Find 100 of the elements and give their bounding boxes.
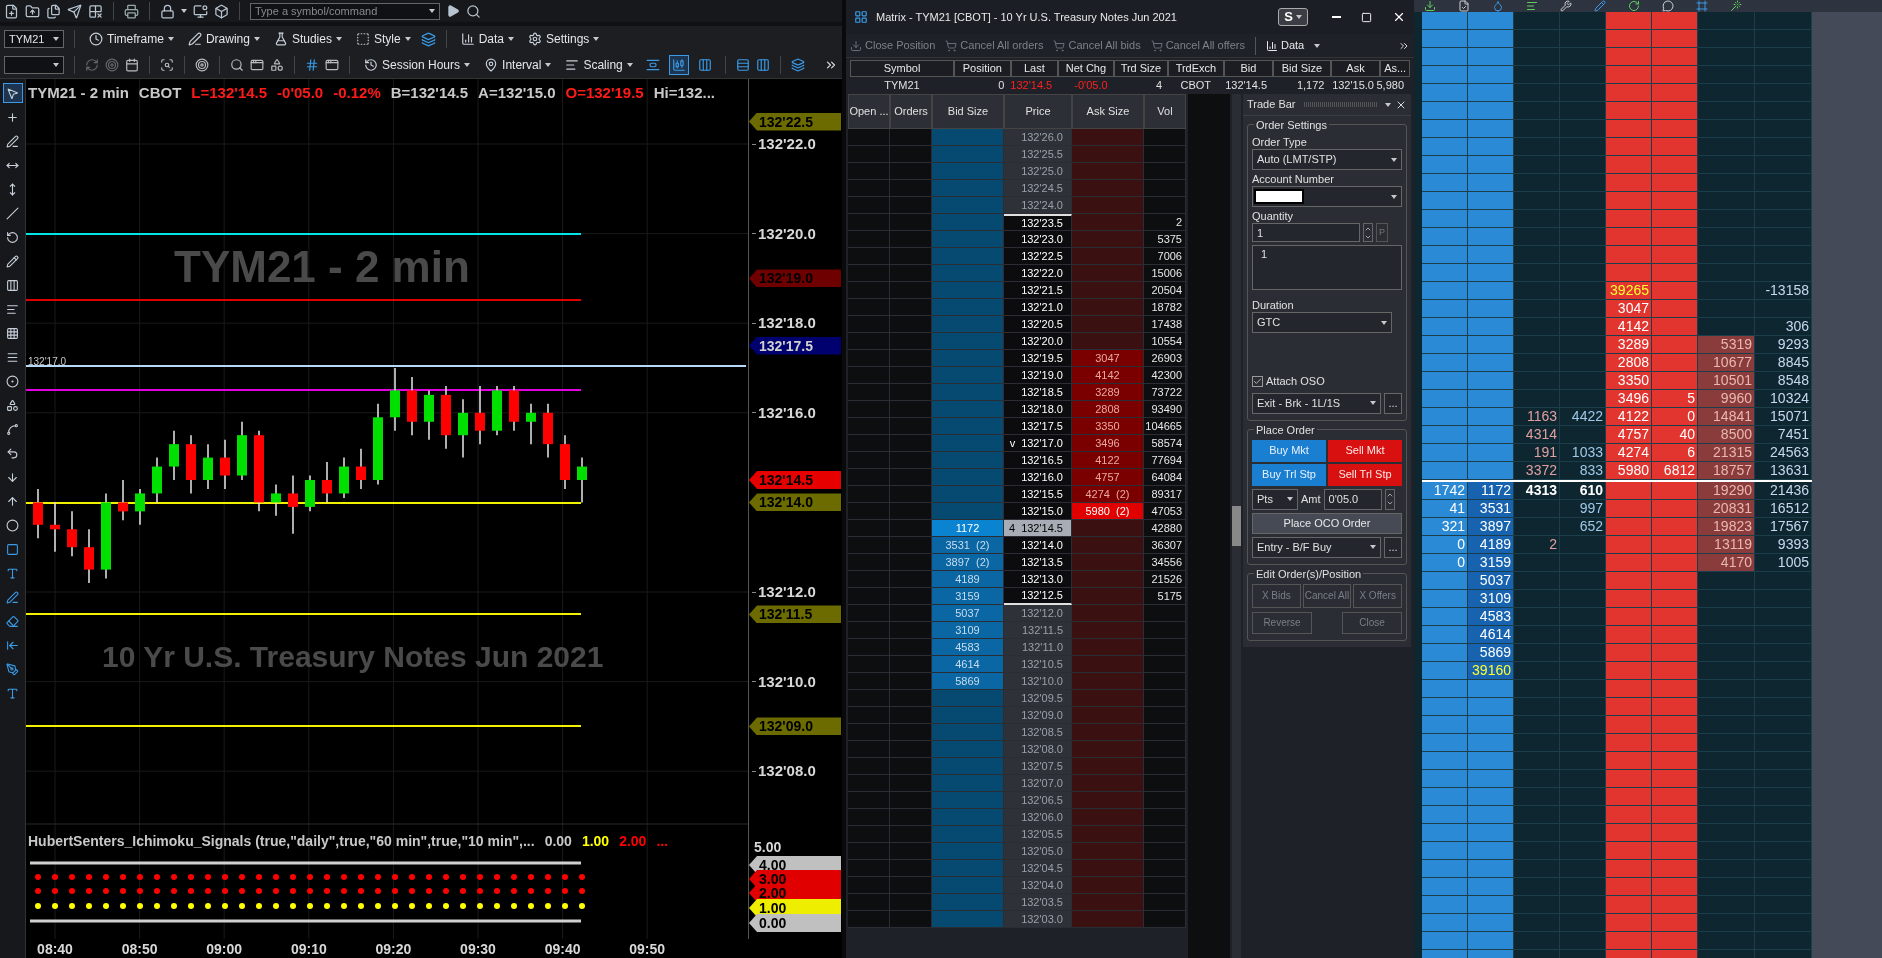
price-cell[interactable]: 132'05.5 (1004, 826, 1072, 843)
price-cell[interactable]: 132'21.0 (1004, 299, 1072, 316)
order-button[interactable]: Sell Trl Stp (1328, 463, 1402, 486)
ask-size-cell[interactable]: 3496 (1072, 435, 1144, 452)
column-header[interactable]: Position (954, 60, 1011, 77)
quantity-field[interactable]: 1 (1252, 223, 1360, 242)
price-cell[interactable]: 132'19.0 (1004, 367, 1072, 384)
price-cell[interactable]: 132'25.0 (1004, 163, 1072, 180)
bid-size-cell[interactable]: 5869 (932, 673, 1004, 690)
price-cell[interactable]: 132'16.5 (1004, 452, 1072, 469)
toolbar-button[interactable]: Data (1265, 37, 1305, 54)
price-cell[interactable]: 132'05.0 (1004, 843, 1072, 860)
column-header[interactable]: Ask Size (1072, 94, 1144, 129)
column-header[interactable]: Bid Size (932, 94, 1004, 129)
price-cell[interactable]: 132'15.5 (1004, 486, 1072, 503)
entry-strategy-select[interactable]: Entry - B/F Buy (1252, 536, 1381, 558)
price-cell[interactable]: 132'24.5 (1004, 180, 1072, 197)
ask-size-cell[interactable]: 2808 (1072, 401, 1144, 418)
column-header[interactable]: TrdExch (1168, 60, 1224, 77)
bid-size-cell[interactable]: 4189 (932, 571, 1004, 588)
price-cell[interactable]: 132'12.0 (1004, 605, 1072, 622)
toolbar-menu[interactable]: Scaling (561, 55, 637, 75)
ask-size-cell[interactable]: 3289 (1072, 384, 1144, 401)
price-cell[interactable]: 132'22.5 (1004, 248, 1072, 265)
toolbar-menu[interactable]: Session Hours (360, 55, 475, 75)
column-header[interactable]: Bid (1223, 60, 1274, 77)
column-header[interactable]: Last (1010, 60, 1059, 77)
price-cell[interactable]: 132'16.0 (1004, 469, 1072, 486)
price-cell[interactable]: 132'10.5 (1004, 656, 1072, 673)
price-cell[interactable]: 132'26.0 (1004, 129, 1072, 146)
price-cell[interactable]: 132'10.0 (1004, 673, 1072, 690)
column-header[interactable]: Orders (890, 94, 932, 129)
price-cell[interactable]: 4 132'14.5 (1004, 520, 1072, 537)
order-button[interactable]: Buy Trl Stp (1252, 463, 1326, 486)
price-cell[interactable]: 132'19.5 (1004, 350, 1072, 367)
price-cell[interactable]: 132'25.5 (1004, 146, 1072, 163)
toolbar-menu[interactable]: Studies (269, 29, 346, 49)
ask-size-cell[interactable]: 4142 (1072, 367, 1144, 384)
bid-size-cell[interactable]: 4614 (932, 656, 1004, 673)
toolbar-menu[interactable]: Interval (480, 55, 556, 75)
bid-size-cell[interactable]: 3109 (932, 622, 1004, 639)
price-cell[interactable]: 132'04.5 (1004, 860, 1072, 877)
column-header[interactable]: Symbol (850, 60, 955, 77)
bid-size-cell[interactable]: 3897 (2) (932, 554, 1004, 571)
oco-button[interactable]: Place OCO Order (1252, 512, 1402, 534)
order-type-select[interactable]: Auto (LMT/STP) (1252, 149, 1402, 170)
quantity-list[interactable]: 1 (1252, 245, 1402, 290)
price-cell[interactable]: 132'13.0 (1004, 571, 1072, 588)
price-cell[interactable]: v 132'17.0 (1004, 435, 1072, 452)
column-header[interactable]: Price (1004, 94, 1072, 129)
price-cell[interactable]: 132'08.5 (1004, 724, 1072, 741)
price-cell[interactable]: 132'18.0 (1004, 401, 1072, 418)
column-header[interactable]: Net Chg (1058, 60, 1114, 77)
price-cell[interactable]: 132'21.5 (1004, 282, 1072, 299)
price-cell[interactable]: 132'18.5 (1004, 384, 1072, 401)
price-cell[interactable]: 132'09.5 (1004, 690, 1072, 707)
price-cell[interactable]: 132'03.5 (1004, 894, 1072, 911)
order-button[interactable]: Sell Mkt (1328, 439, 1402, 462)
order-button[interactable]: Buy Mkt (1252, 439, 1326, 462)
price-cell[interactable]: 132'14.0 (1004, 537, 1072, 554)
bid-size-cell[interactable]: 3531 (2) (932, 537, 1004, 554)
symbol-select[interactable]: TYM21 (4, 30, 64, 48)
price-cell[interactable]: 132'24.0 (1004, 197, 1072, 214)
price-cell[interactable]: 132'06.5 (1004, 792, 1072, 809)
toolbar-menu[interactable]: Style (351, 29, 415, 49)
more-button[interactable]: ... (1384, 392, 1402, 414)
duration-select[interactable]: GTC (1252, 312, 1392, 333)
ask-size-cell[interactable]: 3047 (1072, 350, 1144, 367)
column-header[interactable]: As... (1380, 60, 1410, 77)
bid-size-cell[interactable]: 4583 (932, 639, 1004, 656)
oso-strategy-select[interactable]: Exit - Brk - 1L/1S (1252, 392, 1381, 414)
price-cell[interactable]: 132'23.0 (1004, 231, 1072, 248)
column-header[interactable]: Vol (1144, 94, 1186, 129)
price-cell[interactable]: 132'11.0 (1004, 639, 1072, 656)
toolbar-menu[interactable]: Timeframe (85, 29, 178, 49)
ask-size-cell[interactable]: 4274 (2) (1072, 486, 1144, 503)
toolbar-menu[interactable]: Drawing (183, 29, 264, 49)
more-button[interactable]: ... (1384, 536, 1402, 558)
price-cell[interactable]: 132'07.0 (1004, 775, 1072, 792)
account-button[interactable]: S (1278, 8, 1308, 26)
price-cell[interactable]: 132'20.0 (1004, 333, 1072, 350)
ask-size-cell[interactable]: 3350 (1072, 418, 1144, 435)
price-cell[interactable]: 132'17.5 (1004, 418, 1072, 435)
price-cell[interactable]: 132'22.0 (1004, 265, 1072, 282)
amount-field[interactable]: 0'05.0 (1323, 488, 1382, 510)
price-cell[interactable]: 132'07.5 (1004, 758, 1072, 775)
price-cell[interactable]: 132'09.0 (1004, 707, 1072, 724)
column-header[interactable]: Ask (1330, 60, 1381, 77)
price-cell[interactable]: 132'11.5 (1004, 622, 1072, 639)
price-cell[interactable]: 132'15.0 (1004, 503, 1072, 520)
price-cell[interactable]: 132'23.5 (1004, 214, 1072, 231)
trail-unit-select[interactable]: Pts (1252, 488, 1298, 510)
price-cell[interactable]: 132'06.0 (1004, 809, 1072, 826)
ask-size-cell[interactable]: 4757 (1072, 469, 1144, 486)
column-header[interactable]: Trd Size (1113, 60, 1169, 77)
bid-size-cell[interactable]: 3159 (932, 588, 1004, 605)
price-cell[interactable]: 132'12.5 (1004, 588, 1072, 605)
price-cell[interactable]: 132'20.5 (1004, 316, 1072, 333)
price-cell[interactable]: 132'03.0 (1004, 911, 1072, 928)
command-field[interactable]: Type a symbol/command (250, 2, 440, 20)
